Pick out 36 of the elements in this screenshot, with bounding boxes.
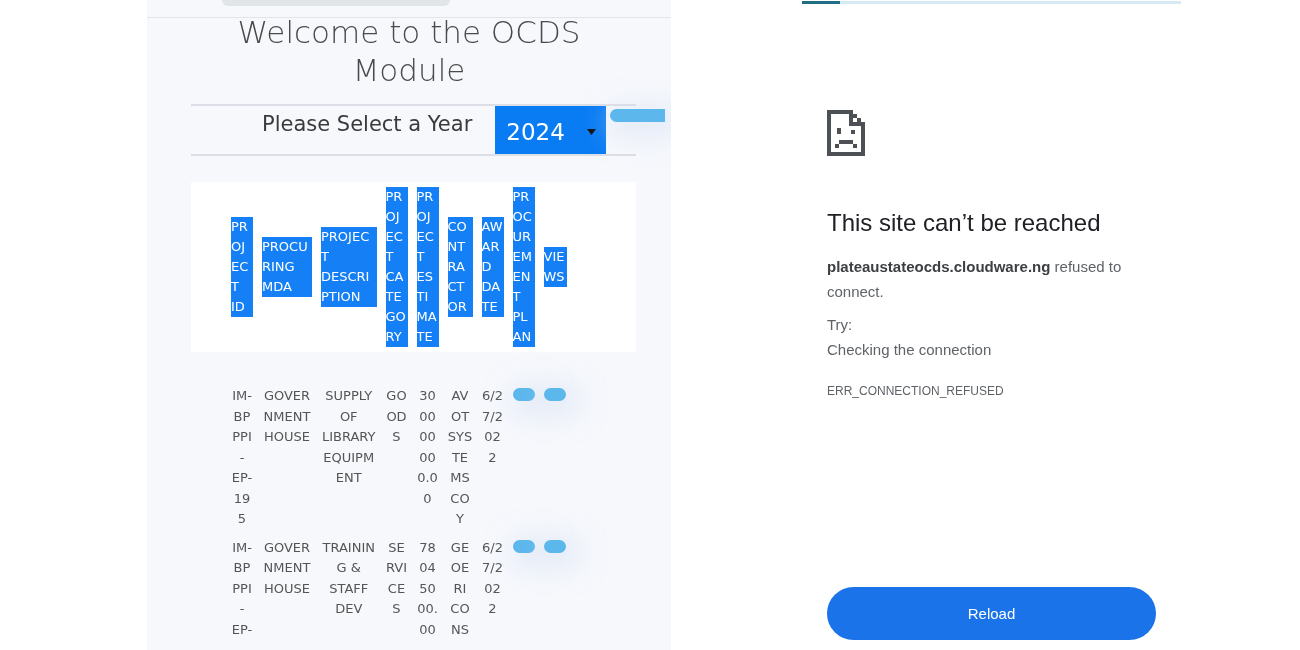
table-cell-text: TRAINING & STAFF DEV <box>321 538 376 618</box>
table-cell-text: SUPPLY OF LIBRARY EQUIPMENT <box>321 387 377 487</box>
pill-button[interactable] <box>543 388 566 401</box>
table-cell-text: SERVICES <box>385 538 408 618</box>
pill-button[interactable] <box>512 388 535 401</box>
table-cell-text: GOVERNMENT HOUSE <box>262 538 312 598</box>
pill-button[interactable] <box>610 109 666 122</box>
caret-icon <box>587 129 597 135</box>
error-title: This site can’t be reached <box>827 208 1101 238</box>
table-cell-text: 6/27/2022 <box>481 538 504 618</box>
table-cell-text: IM-BPPPI-EP-195 <box>231 387 253 528</box>
table-cell-text: 300000000.00 <box>416 387 439 508</box>
table-cell-text: GOODS <box>385 387 408 446</box>
year-select[interactable]: 2024 <box>495 106 607 154</box>
year-label: Please Select a Year <box>262 111 473 138</box>
page-title: Welcome to the OCDS Module <box>236 13 582 89</box>
column-header: AWARD DATE <box>481 217 504 317</box>
column-header: PROCURING MDA <box>262 237 312 297</box>
column-header: PROJECT DESCRIPTION <box>321 227 377 307</box>
pill-button[interactable] <box>512 539 535 553</box>
pill-button[interactable] <box>543 539 566 553</box>
column-header: PROJECT ID <box>231 217 253 317</box>
table-cell-text: 78045000.00 <box>416 538 439 639</box>
column-header: CONTRACTOR <box>447 217 473 317</box>
table-cell-text: AVOT SYSTEMS COY <box>447 387 473 528</box>
error-code: ERR_CONNECTION_REFUSED <box>827 383 1004 400</box>
column-header: VIEWS <box>543 247 567 287</box>
suggestion-text: Checking the connection <box>827 339 992 360</box>
sad-document-icon <box>827 110 865 156</box>
reload-button[interactable]: Reload <box>827 587 1156 640</box>
table-cell-text: GEOERI CONS <box>449 538 471 639</box>
table-cell-text: IM-BPPPI-EP- <box>231 538 253 639</box>
error-message: plateaustateocds.cloudware.ng refused to connect. <box>827 256 1123 302</box>
table-cell-text: 6/27/2022 <box>481 387 504 467</box>
try-label: Try: <box>827 314 853 335</box>
table-cell-text: GOVERNMENT HOUSE <box>262 387 312 446</box>
